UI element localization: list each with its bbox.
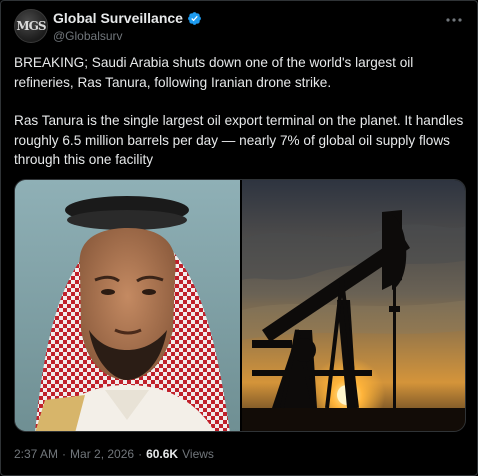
tweet-text-paragraph-2: Ras Tanura is the single largest oil exp…: [14, 113, 464, 167]
views-count: 60.6K: [146, 447, 179, 461]
tweet-metadata: 2:37 AM · Mar 2, 2026 · 60.6K Views: [14, 447, 214, 461]
media-image-portrait[interactable]: [15, 180, 240, 431]
avatar[interactable]: MGS: [14, 9, 48, 43]
verified-badge-icon: [188, 11, 201, 25]
meta-separator-2: ·: [138, 447, 143, 461]
more-options-icon[interactable]: [445, 11, 463, 29]
author-handle[interactable]: @Globalsurv: [53, 29, 123, 43]
tweet-time[interactable]: 2:37 AM: [14, 447, 58, 461]
tweet-date[interactable]: Mar 2, 2026: [70, 447, 134, 461]
tweet-card[interactable]: MGS Global Surveillance @Globalsurv BREA…: [0, 0, 478, 476]
tweet-media[interactable]: [14, 179, 466, 432]
author-name-row[interactable]: Global Surveillance: [53, 10, 202, 26]
display-name[interactable]: Global Surveillance: [53, 10, 183, 26]
meta-separator: ·: [62, 447, 67, 461]
media-image-pumpjack[interactable]: [242, 180, 465, 431]
avatar-logo-text: MGS: [16, 19, 46, 33]
views-label: Views: [182, 447, 214, 461]
tweet-text-paragraph-1: BREAKING; Saudi Arabia shuts down one of…: [14, 55, 414, 90]
